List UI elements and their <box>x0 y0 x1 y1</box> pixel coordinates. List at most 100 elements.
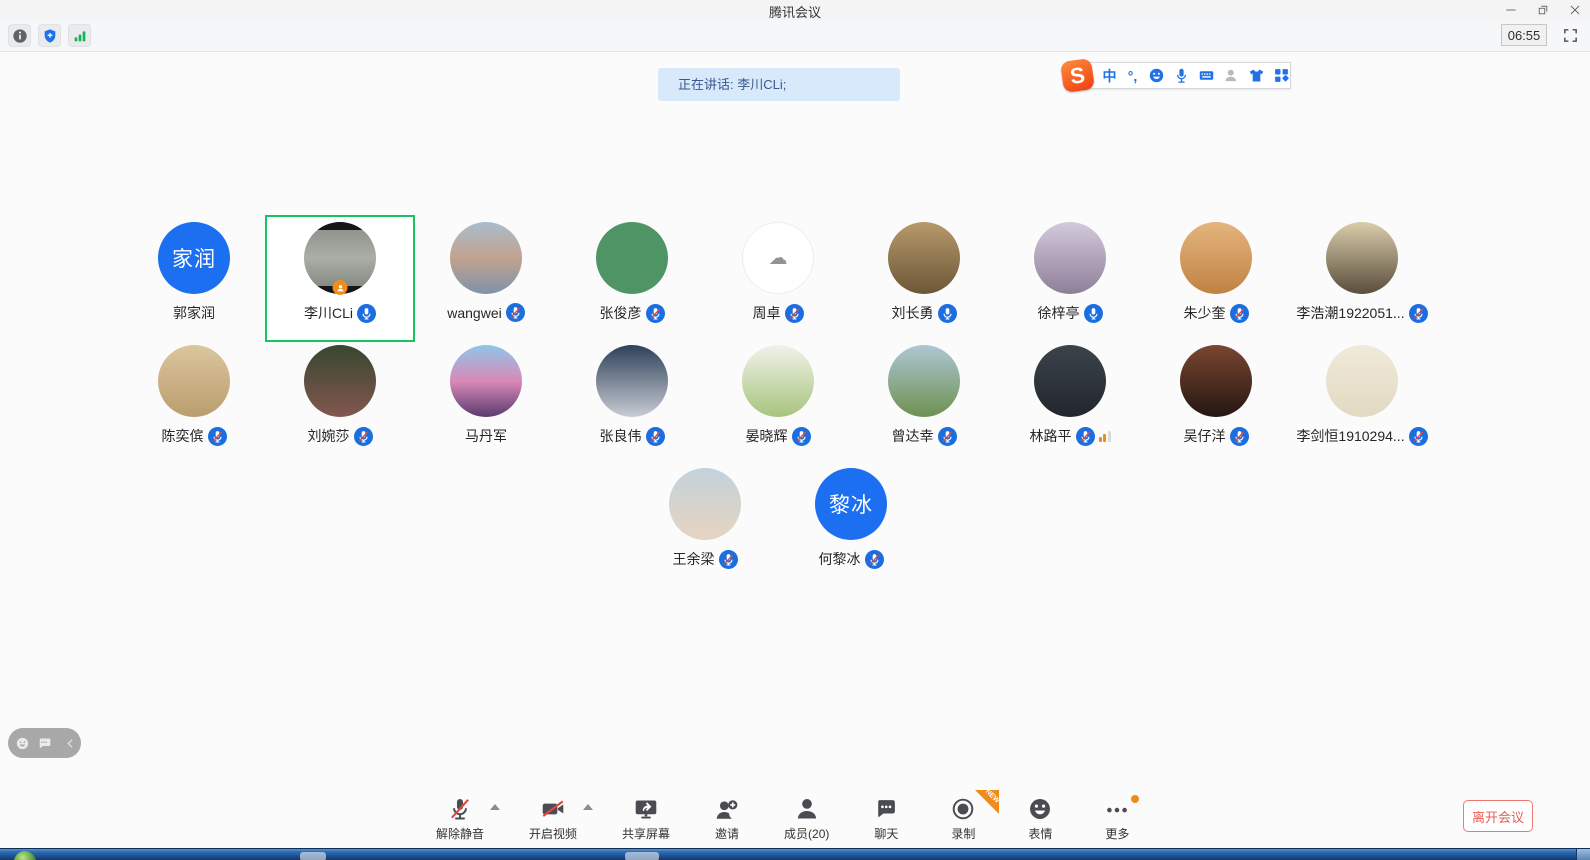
host-badge-icon <box>333 280 348 295</box>
toolbar-button-record[interactable]: 录制 NEW <box>939 793 987 842</box>
toolbar-button-label: 录制 <box>951 825 975 842</box>
security-shield-icon[interactable] <box>38 24 61 47</box>
meeting-toolbar: 解除静音 开启视频 共享屏幕 邀请 成员(20) <box>432 793 1141 842</box>
participant-avatar <box>304 222 376 294</box>
meeting-timer: 06:55 <box>1501 24 1547 46</box>
caret-up-icon[interactable] <box>583 804 593 810</box>
participant-name: 刘婉莎 <box>308 426 350 446</box>
maximize-button[interactable] <box>1534 2 1552 18</box>
taskbar-item[interactable] <box>625 852 659 860</box>
toolbar-button-emoji[interactable]: 表情 <box>1016 793 1064 842</box>
meeting-info-icon[interactable] <box>8 24 31 47</box>
speaking-banner: 正在讲话: 李川CLi; <box>658 68 900 101</box>
ime-voice-input-icon[interactable] <box>1173 66 1190 86</box>
ime-toolbox-icon[interactable] <box>1273 66 1290 86</box>
participant-avatar <box>1180 222 1252 294</box>
participant-avatar <box>158 345 230 417</box>
toolbar-button-chat[interactable]: 聊天 <box>862 793 910 842</box>
participant-tile-朱少奎[interactable]: 朱少奎 <box>1143 217 1289 340</box>
toolbar-button-label: 解除静音 <box>436 825 484 842</box>
ime-account-icon[interactable] <box>1223 66 1240 86</box>
participant-name: 曾达幸 <box>892 426 934 446</box>
caret-up-icon[interactable] <box>490 804 500 810</box>
participant-tile-周卓[interactable]: ☁ 周卓 <box>705 217 851 340</box>
participant-avatar <box>1034 345 1106 417</box>
quick-reaction-pill <box>8 728 81 758</box>
fullscreen-icon[interactable] <box>1560 25 1580 45</box>
participant-avatar <box>669 468 741 540</box>
camera-muted-icon <box>540 795 566 823</box>
participant-tile-马丹军[interactable]: 马丹军 <box>413 340 559 463</box>
participant-name: 李浩潮1922051... <box>1296 303 1404 323</box>
participant-avatar <box>1326 222 1398 294</box>
mic-status-icon <box>1409 427 1428 446</box>
participant-avatar <box>1034 222 1106 294</box>
participant-tile-何黎冰[interactable]: 黎冰 何黎冰 <box>778 463 924 586</box>
notification-dot <box>1131 795 1139 803</box>
quick-emoji-icon[interactable] <box>15 735 30 752</box>
toolbar-button-unmute[interactable]: 解除静音 <box>432 793 488 842</box>
leave-meeting-button[interactable]: 离开会议 <box>1463 800 1533 832</box>
ime-emoji-icon[interactable] <box>1148 66 1165 86</box>
participant-avatar <box>450 222 522 294</box>
participant-tile-张良伟[interactable]: 张良伟 <box>559 340 705 463</box>
show-desktop-button[interactable] <box>1576 849 1590 860</box>
participant-tile-wangwei[interactable]: wangwei <box>413 217 559 340</box>
participant-tile-刘婉莎[interactable]: 刘婉莎 <box>267 340 413 463</box>
participant-tile-陈奕傧[interactable]: 陈奕傧 <box>121 340 267 463</box>
toolbar-button-share[interactable]: 共享屏幕 <box>618 793 674 842</box>
participant-tile-王余梁[interactable]: 王余梁 <box>632 463 778 586</box>
participant-row: 家润 郭家润 李川CLi <box>121 217 1435 340</box>
participant-tile-徐梓亭[interactable]: 徐梓亭 <box>997 217 1143 340</box>
mic-status-icon <box>938 427 957 446</box>
participant-avatar <box>304 345 376 417</box>
participant-tile-林路平[interactable]: 林路平 <box>997 340 1143 463</box>
participant-name: 徐梓亭 <box>1038 303 1080 323</box>
quick-chat-icon[interactable] <box>36 735 51 752</box>
mic-status-icon <box>357 304 376 323</box>
participant-avatar <box>888 345 960 417</box>
avatar-initials: 家润 <box>172 243 216 273</box>
toolbar-button-invite[interactable]: 邀请 <box>703 793 751 842</box>
participant-avatar <box>1180 345 1252 417</box>
mic-status-icon <box>646 427 665 446</box>
minimize-button[interactable] <box>1502 2 1520 18</box>
mic-status-icon <box>792 427 811 446</box>
close-button[interactable] <box>1566 2 1584 18</box>
toolbar-button-label: 成员(20) <box>784 825 829 842</box>
participant-tile-刘长勇[interactable]: 刘长勇 <box>851 217 997 340</box>
avatar-initials: 黎冰 <box>829 489 873 519</box>
mic-status-icon <box>1230 427 1249 446</box>
ime-keyboard-icon[interactable] <box>1198 66 1215 86</box>
participant-tile-曾达幸[interactable]: 曾达幸 <box>851 340 997 463</box>
mic-muted-icon <box>447 795 473 823</box>
participant-name: 李剑恒1910294... <box>1296 426 1404 446</box>
toolbar-button-members[interactable]: 成员(20) <box>780 793 833 842</box>
network-quality-icon[interactable] <box>68 24 91 47</box>
toolbar-button-more[interactable]: 更多 <box>1093 793 1141 842</box>
participant-tile-吴仔洋[interactable]: 吴仔洋 <box>1143 340 1289 463</box>
participant-tile-郭家润[interactable]: 家润 郭家润 <box>121 217 267 340</box>
collapse-chevron-icon[interactable] <box>63 735 78 752</box>
ime-language-mode-icon[interactable]: 中 <box>1102 66 1117 86</box>
new-ribbon-text: NEW <box>984 788 1001 805</box>
mic-status-icon <box>1076 427 1095 446</box>
sogou-logo-icon[interactable]: S <box>1060 58 1095 93</box>
participant-tile-李川CLi[interactable]: 李川CLi <box>267 217 413 340</box>
participant-tile-李剑恒1910294...[interactable]: 李剑恒1910294... <box>1289 340 1435 463</box>
participant-tile-张俊彦[interactable]: 张俊彦 <box>559 217 705 340</box>
participant-avatar <box>596 345 668 417</box>
participant-name: 郭家润 <box>173 303 215 323</box>
toolbar-button-video[interactable]: 开启视频 <box>525 793 581 842</box>
avatar-glyph: ☁ <box>769 247 788 270</box>
start-button[interactable] <box>14 851 36 860</box>
new-ribbon-badge: NEW <box>975 790 999 814</box>
participant-tile-李浩潮1922051...[interactable]: 李浩潮1922051... <box>1289 217 1435 340</box>
ime-skin-icon[interactable] <box>1248 66 1265 86</box>
participant-tile-晏晓辉[interactable]: 晏晓辉 <box>705 340 851 463</box>
more-icon <box>1104 795 1130 823</box>
participant-avatar: 黎冰 <box>815 468 887 540</box>
windows-taskbar <box>0 848 1590 860</box>
taskbar-item[interactable] <box>300 852 326 860</box>
ime-punctuation-icon[interactable]: °, <box>1125 66 1140 86</box>
